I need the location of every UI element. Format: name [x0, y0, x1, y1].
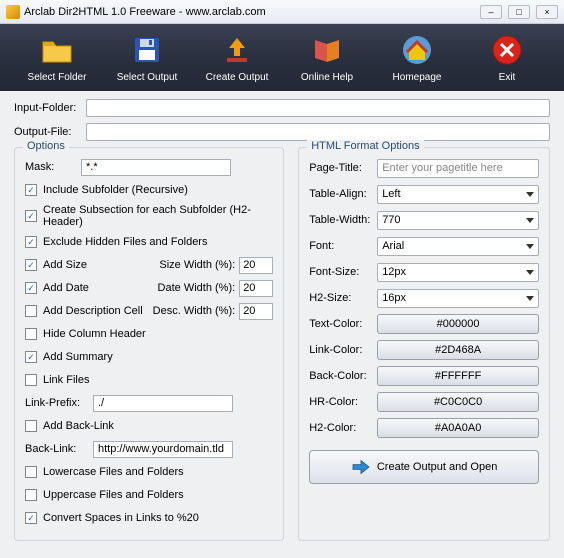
- text-color-label: Text-Color:: [309, 318, 377, 330]
- house-icon: [399, 32, 435, 68]
- app-icon: [6, 5, 20, 19]
- date-width-label: Date Width (%):: [158, 282, 236, 294]
- toolbar-label: Exit: [499, 72, 516, 83]
- close-button[interactable]: ×: [536, 5, 558, 19]
- convert-spaces-label: Convert Spaces in Links to %20: [43, 512, 273, 524]
- upload-arrow-icon: [219, 32, 255, 68]
- add-desc-checkbox[interactable]: [25, 305, 37, 317]
- exclude-hidden-checkbox[interactable]: [25, 236, 37, 248]
- options-legend: Options: [23, 140, 69, 152]
- link-color-button[interactable]: #2D468A: [377, 340, 539, 360]
- table-width-select[interactable]: 770: [377, 211, 539, 230]
- convert-spaces-checkbox[interactable]: [25, 512, 37, 524]
- add-date-label: Add Date: [43, 282, 158, 294]
- h2-color-label: H2-Color:: [309, 422, 377, 434]
- output-file-field[interactable]: [86, 123, 550, 141]
- right-arrow-icon: [351, 459, 371, 475]
- toolbar-label: Select Output: [117, 72, 178, 83]
- toolbar-exit[interactable]: Exit: [467, 32, 547, 83]
- h2-color-button[interactable]: #A0A0A0: [377, 418, 539, 438]
- add-summary-label: Add Summary: [43, 351, 273, 363]
- create-output-label: Create Output and Open: [377, 461, 497, 473]
- mask-label: Mask:: [25, 161, 73, 173]
- toolbar-homepage[interactable]: Homepage: [377, 32, 457, 83]
- uppercase-checkbox[interactable]: [25, 489, 37, 501]
- desc-width-input[interactable]: [239, 303, 273, 320]
- create-output-button[interactable]: Create Output and Open: [309, 450, 539, 484]
- format-legend: HTML Format Options: [307, 140, 423, 152]
- uppercase-label: Uppercase Files and Folders: [43, 489, 273, 501]
- font-label: Font:: [309, 240, 377, 252]
- link-prefix-input[interactable]: [93, 395, 233, 412]
- lowercase-label: Lowercase Files and Folders: [43, 466, 273, 478]
- size-width-label: Size Width (%):: [159, 259, 235, 271]
- toolbar-create-output[interactable]: Create Output: [197, 32, 277, 83]
- toolbar-label: Homepage: [393, 72, 442, 83]
- lowercase-checkbox[interactable]: [25, 466, 37, 478]
- add-desc-label: Add Description Cell: [43, 305, 153, 317]
- page-title-label: Page-Title:: [309, 162, 377, 174]
- back-color-button[interactable]: #FFFFFF: [377, 366, 539, 386]
- font-select[interactable]: Arial: [377, 237, 539, 256]
- table-align-label: Table-Align:: [309, 188, 377, 200]
- floppy-icon: [129, 32, 165, 68]
- maximize-button[interactable]: □: [508, 5, 530, 19]
- page-title-input[interactable]: Enter your pagetitle here: [377, 159, 539, 178]
- exclude-hidden-label: Exclude Hidden Files and Folders: [43, 236, 273, 248]
- toolbar-select-output[interactable]: Select Output: [107, 32, 187, 83]
- link-files-label: Link Files: [43, 374, 273, 386]
- add-size-label: Add Size: [43, 259, 159, 271]
- add-size-checkbox[interactable]: [25, 259, 37, 271]
- output-file-label: Output-File:: [14, 126, 86, 138]
- hr-color-button[interactable]: #C0C0C0: [377, 392, 539, 412]
- date-width-input[interactable]: [239, 280, 273, 297]
- hide-header-checkbox[interactable]: [25, 328, 37, 340]
- font-size-select[interactable]: 12px: [377, 263, 539, 282]
- close-icon: [489, 32, 525, 68]
- folder-icon: [39, 32, 75, 68]
- toolbar-online-help[interactable]: Online Help: [287, 32, 367, 83]
- link-prefix-label: Link-Prefix:: [25, 397, 85, 409]
- add-date-checkbox[interactable]: [25, 282, 37, 294]
- include-subfolder-checkbox[interactable]: [25, 184, 37, 196]
- options-group: Options Mask: Include Subfolder (Recursi…: [14, 147, 284, 541]
- desc-width-label: Desc. Width (%):: [153, 305, 236, 317]
- create-subsection-label: Create Subsection for each Subfolder (H2…: [43, 204, 273, 228]
- toolbar-label: Online Help: [301, 72, 353, 83]
- add-backlink-checkbox[interactable]: [25, 420, 37, 432]
- backlink-label: Back-Link:: [25, 443, 85, 455]
- table-width-label: Table-Width:: [309, 214, 377, 226]
- size-width-input[interactable]: [239, 257, 273, 274]
- back-color-label: Back-Color:: [309, 370, 377, 382]
- book-icon: [309, 32, 345, 68]
- toolbar-select-folder[interactable]: Select Folder: [17, 32, 97, 83]
- include-subfolder-label: Include Subfolder (Recursive): [43, 184, 273, 196]
- hide-header-label: Hide Column Header: [43, 328, 273, 340]
- toolbar-label: Select Folder: [28, 72, 87, 83]
- input-folder-field[interactable]: [86, 99, 550, 117]
- create-subsection-checkbox[interactable]: [25, 210, 37, 222]
- titlebar: Arclab Dir2HTML 1.0 Freeware - www.arcla…: [0, 0, 564, 24]
- link-files-checkbox[interactable]: [25, 374, 37, 386]
- link-color-label: Link-Color:: [309, 344, 377, 356]
- format-group: HTML Format Options Page-Title:Enter you…: [298, 147, 550, 541]
- h2-size-select[interactable]: 16px: [377, 289, 539, 308]
- text-color-button[interactable]: #000000: [377, 314, 539, 334]
- h2-size-label: H2-Size:: [309, 292, 377, 304]
- toolbar-label: Create Output: [206, 72, 269, 83]
- main-toolbar: Select Folder Select Output Create Outpu…: [0, 24, 564, 91]
- hr-color-label: HR-Color:: [309, 396, 377, 408]
- input-folder-label: Input-Folder:: [14, 102, 86, 114]
- minimize-button[interactable]: –: [480, 5, 502, 19]
- font-size-label: Font-Size:: [309, 266, 377, 278]
- mask-input[interactable]: [81, 159, 231, 176]
- backlink-input[interactable]: [93, 441, 233, 458]
- add-backlink-label: Add Back-Link: [43, 420, 273, 432]
- table-align-select[interactable]: Left: [377, 185, 539, 204]
- add-summary-checkbox[interactable]: [25, 351, 37, 363]
- window-title: Arclab Dir2HTML 1.0 Freeware - www.arcla…: [24, 6, 266, 18]
